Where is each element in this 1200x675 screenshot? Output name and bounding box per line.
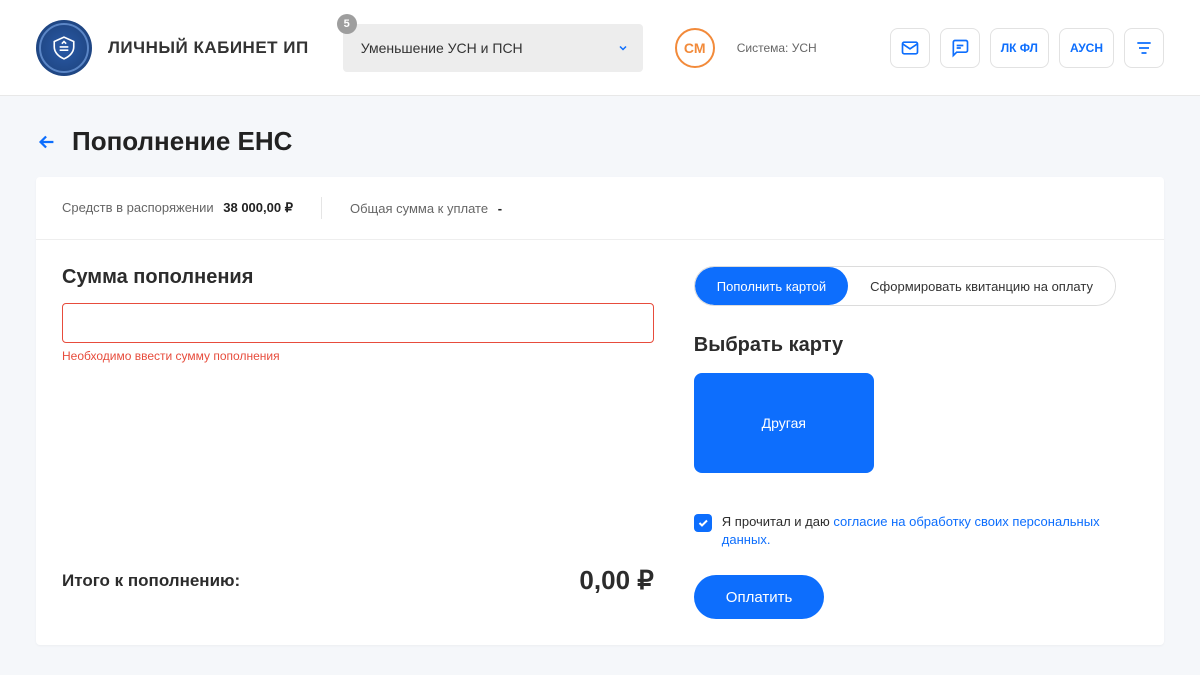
consent-row: Я прочитал и даю согласие на обработку с… (694, 513, 1138, 549)
funds-available: Средств в распоряжении 38 000,00 ₽ (62, 200, 293, 216)
amount-heading: Сумма пополнения (62, 266, 654, 289)
tab-pay-by-card[interactable]: Пополнить картой (695, 267, 848, 305)
total-value: 0,00 ₽ (579, 565, 653, 596)
mail-icon[interactable] (890, 28, 930, 68)
menu-icon[interactable] (1124, 28, 1164, 68)
nav-ausn[interactable]: АУСН (1059, 28, 1114, 68)
logo-block: ЛИЧНЫЙ КАБИНЕТ ИП (36, 20, 309, 76)
total-row: Итого к пополнению: 0,00 ₽ (62, 543, 654, 600)
total-label: Итого к пополнению: (62, 571, 240, 591)
vertical-divider (321, 197, 322, 219)
nav-lk-fl[interactable]: ЛК ФЛ (990, 28, 1049, 68)
consent-checkbox[interactable] (694, 514, 712, 532)
card-summary: Средств в распоряжении 38 000,00 ₽ Общая… (36, 177, 1164, 240)
header: ЛИЧНЫЙ КАБИНЕТ ИП 5 Уменьшение УСН и ПСН… (0, 0, 1200, 96)
right-column: Пополнить картой Сформировать квитанцию … (694, 266, 1138, 619)
amount-error: Необходимо ввести сумму пополнения (62, 349, 654, 363)
avatar[interactable]: СМ (675, 28, 715, 68)
tasks-dropdown-label: Уменьшение УСН и ПСН (361, 40, 523, 56)
fns-emblem-icon (36, 20, 92, 76)
tab-generate-receipt[interactable]: Сформировать квитанцию на оплату (848, 267, 1115, 305)
consent-text: Я прочитал и даю согласие на обработку с… (722, 513, 1138, 549)
header-actions: ЛК ФЛ АУСН (890, 28, 1164, 68)
payment-method-tabs: Пополнить картой Сформировать квитанцию … (694, 266, 1116, 306)
site-title: ЛИЧНЫЙ КАБИНЕТ ИП (108, 38, 309, 58)
chat-icon[interactable] (940, 28, 980, 68)
total-due: Общая сумма к уплате - (350, 201, 502, 216)
pay-button[interactable]: Оплатить (694, 575, 825, 619)
amount-input[interactable] (62, 303, 654, 343)
select-card-heading: Выбрать карту (694, 334, 1138, 357)
left-column: Сумма пополнения Необходимо ввести сумму… (62, 266, 654, 619)
chevron-down-icon (617, 42, 629, 54)
system-label: Система: УСН (737, 41, 817, 55)
page-title-row: Пополнение ЕНС (0, 96, 1200, 177)
card-option-other[interactable]: Другая (694, 373, 874, 473)
tasks-dropdown[interactable]: 5 Уменьшение УСН и ПСН (343, 24, 643, 72)
page-title: Пополнение ЕНС (72, 126, 292, 157)
tasks-badge: 5 (337, 14, 357, 34)
back-arrow-icon[interactable] (36, 131, 58, 153)
main-card: Средств в распоряжении 38 000,00 ₽ Общая… (36, 177, 1164, 645)
